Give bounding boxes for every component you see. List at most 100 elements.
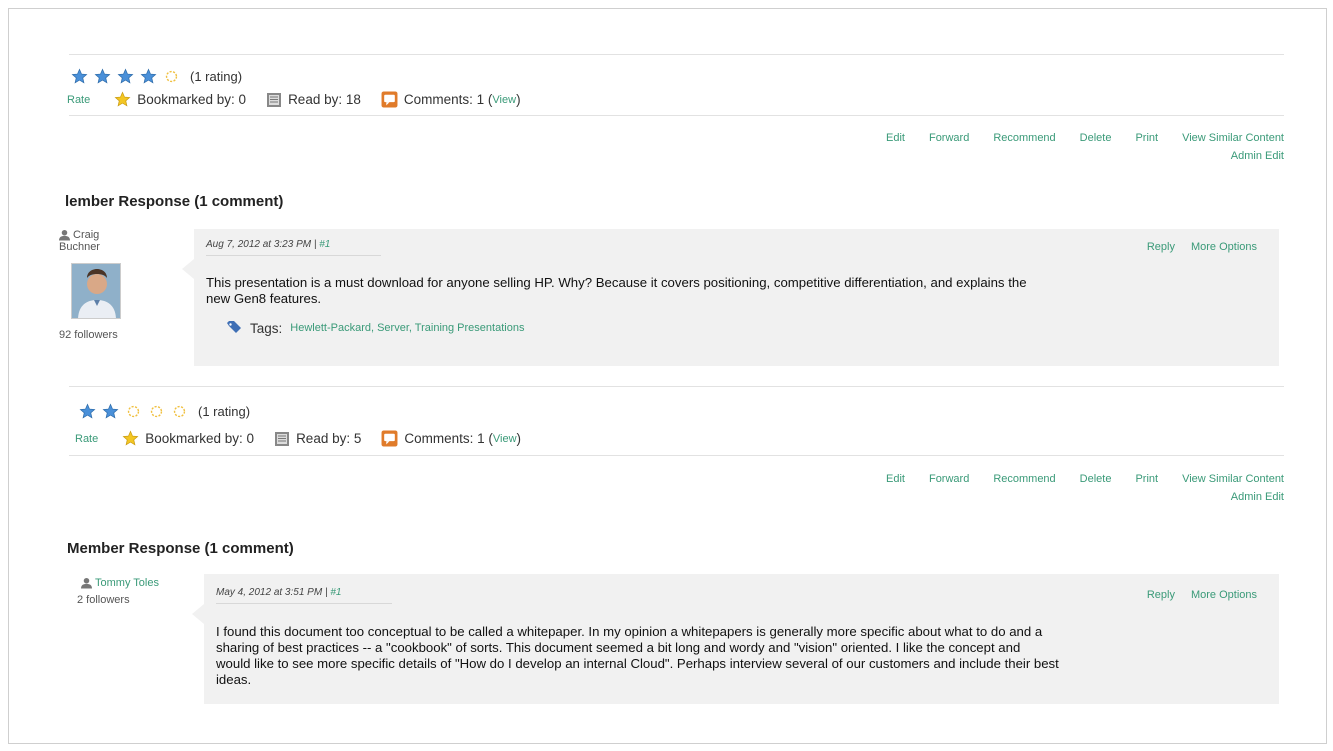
view-comments-link[interactable]: View xyxy=(492,94,516,106)
edit-link[interactable]: Edit xyxy=(886,132,905,144)
comment-author[interactable]: Tommy Toles xyxy=(81,577,159,589)
recommend-link[interactable]: Recommend xyxy=(993,132,1055,144)
comments-count[interactable]: Comments: 1 (View) xyxy=(381,91,521,108)
section-title: Member Response (1 comment) xyxy=(67,540,294,557)
star-rating[interactable]: (1 rating) xyxy=(79,403,250,420)
rate-link[interactable]: Rate xyxy=(75,433,98,445)
read-by[interactable]: Read by: 18 xyxy=(266,92,361,108)
date-underline xyxy=(216,603,392,604)
comment-line: new Gen8 features. xyxy=(206,291,322,306)
person-icon xyxy=(81,577,92,589)
tag-links[interactable]: Hewlett-Packard, Server, Training Presen… xyxy=(290,322,524,334)
bookmark-star-icon xyxy=(114,91,131,107)
delete-link[interactable]: Delete xyxy=(1080,132,1112,144)
forward-link[interactable]: Forward xyxy=(929,473,969,485)
avatar[interactable] xyxy=(71,263,121,319)
delete-link[interactable]: Delete xyxy=(1080,473,1112,485)
read-by[interactable]: Read by: 5 xyxy=(274,431,361,447)
comment-icon xyxy=(381,91,398,108)
comment-permalink[interactable]: #1 xyxy=(319,239,330,250)
bookmark-star-icon xyxy=(122,430,139,446)
star-filled-icon[interactable] xyxy=(117,68,134,85)
bookmarked-label: Bookmarked by: 0 xyxy=(145,431,255,446)
bookmarked-label: Bookmarked by: 0 xyxy=(137,92,247,107)
bookmarked-by[interactable]: Bookmarked by: 0 xyxy=(114,91,246,108)
page-frame: (1 rating) Rate Bookmarked by: 0 Read by… xyxy=(8,8,1327,744)
view-similar-link[interactable]: View Similar Content xyxy=(1182,473,1284,485)
read-count-icon xyxy=(275,431,290,446)
comments-close: ) xyxy=(516,92,521,107)
comment-author[interactable]: Craig Buchner xyxy=(59,229,100,253)
comment-permalink[interactable]: #1 xyxy=(330,587,341,598)
read-label: Read by: 18 xyxy=(288,92,361,107)
avatar-photo xyxy=(72,264,120,318)
separator: | xyxy=(313,239,317,250)
comment-body: I found this document too conceptual to … xyxy=(216,624,1059,688)
comment-date: May 4, 2012 at 3:51 PM | #1 xyxy=(216,587,341,598)
item-actions: Edit Forward Recommend Delete Print View… xyxy=(886,132,1284,144)
section-title: lember Response (1 comment) xyxy=(65,193,284,210)
comment-icon xyxy=(381,430,398,447)
item-meta: Rate Bookmarked by: 0 Read by: 18 Commen… xyxy=(67,91,541,108)
comments-label: Comments: 1 ( xyxy=(403,92,493,107)
star-empty-icon[interactable] xyxy=(148,403,165,420)
comment-date: Aug 7, 2012 at 3:23 PM | #1 xyxy=(206,239,330,250)
author-name-link[interactable]: Tommy Toles xyxy=(95,577,159,589)
read-count-icon xyxy=(267,92,282,107)
print-link[interactable]: Print xyxy=(1135,473,1158,485)
comment-line: This presentation is a must download for… xyxy=(206,275,1027,290)
bookmarked-by[interactable]: Bookmarked by: 0 xyxy=(122,430,254,447)
reply-link[interactable]: Reply xyxy=(1147,241,1175,253)
admin-edit-link[interactable]: Admin Edit xyxy=(1231,491,1284,503)
star-filled-icon[interactable] xyxy=(79,403,96,420)
comment-date-text: May 4, 2012 at 3:51 PM xyxy=(216,587,323,598)
author-first-name[interactable]: Craig xyxy=(73,229,99,241)
print-link[interactable]: Print xyxy=(1135,132,1158,144)
rating-count: (1 rating) xyxy=(190,69,243,84)
recommend-link[interactable]: Recommend xyxy=(993,473,1055,485)
star-filled-icon[interactable] xyxy=(94,68,111,85)
comment-actions: Reply More Options xyxy=(1147,589,1257,601)
tags-label: Tags: xyxy=(250,320,283,336)
comment-bubble: May 4, 2012 at 3:51 PM | #1 Reply More O… xyxy=(192,574,1279,704)
more-options-link[interactable]: More Options xyxy=(1191,589,1257,601)
comment-line: would like to see more specific details … xyxy=(216,656,1059,671)
follower-count[interactable]: 92 followers xyxy=(59,329,118,341)
comments-close: ) xyxy=(516,431,522,446)
star-filled-icon[interactable] xyxy=(140,68,157,85)
comment-date-text: Aug 7, 2012 at 3:23 PM xyxy=(206,239,312,250)
tags-row: Tags: Hewlett-Packard, Server, Training … xyxy=(226,320,524,336)
star-empty-icon[interactable] xyxy=(163,68,180,85)
divider xyxy=(69,115,1284,116)
read-label: Read by: 5 xyxy=(296,431,362,446)
star-rating[interactable]: (1 rating) xyxy=(71,68,242,85)
item-meta: Rate Bookmarked by: 0 Read by: 5 Comment… xyxy=(75,430,541,447)
star-filled-icon[interactable] xyxy=(71,68,88,85)
divider xyxy=(69,455,1284,456)
reply-link[interactable]: Reply xyxy=(1147,589,1175,601)
comment-line: sharing of best practices -- a "cookbook… xyxy=(216,640,1021,655)
comment-body: This presentation is a must download for… xyxy=(206,275,1027,307)
admin-edit-link[interactable]: Admin Edit xyxy=(1231,150,1284,162)
star-empty-icon[interactable] xyxy=(171,403,188,420)
item-actions: Edit Forward Recommend Delete Print View… xyxy=(886,473,1284,485)
comment-actions: Reply More Options xyxy=(1147,241,1257,253)
rate-link[interactable]: Rate xyxy=(67,94,90,106)
author-last-name[interactable]: Buchner xyxy=(59,241,100,253)
view-comments-link[interactable]: View xyxy=(493,433,517,445)
forward-link[interactable]: Forward xyxy=(929,132,969,144)
more-options-link[interactable]: More Options xyxy=(1191,241,1257,253)
comments-label: Comments: 1 ( xyxy=(404,431,493,446)
edit-link[interactable]: Edit xyxy=(886,473,905,485)
comments-count[interactable]: Comments: 1 (View) xyxy=(381,430,521,447)
star-filled-icon[interactable] xyxy=(102,403,119,420)
comment-line: I found this document too conceptual to … xyxy=(216,624,1043,639)
author-name: Craig xyxy=(59,229,100,241)
comment-bubble: Aug 7, 2012 at 3:23 PM | #1 Reply More O… xyxy=(182,229,1279,366)
person-icon xyxy=(59,229,70,241)
star-empty-icon[interactable] xyxy=(125,403,142,420)
rating-count: (1 rating) xyxy=(198,404,251,419)
view-similar-link[interactable]: View Similar Content xyxy=(1182,132,1284,144)
follower-count[interactable]: 2 followers xyxy=(77,594,130,606)
divider xyxy=(69,54,1284,55)
